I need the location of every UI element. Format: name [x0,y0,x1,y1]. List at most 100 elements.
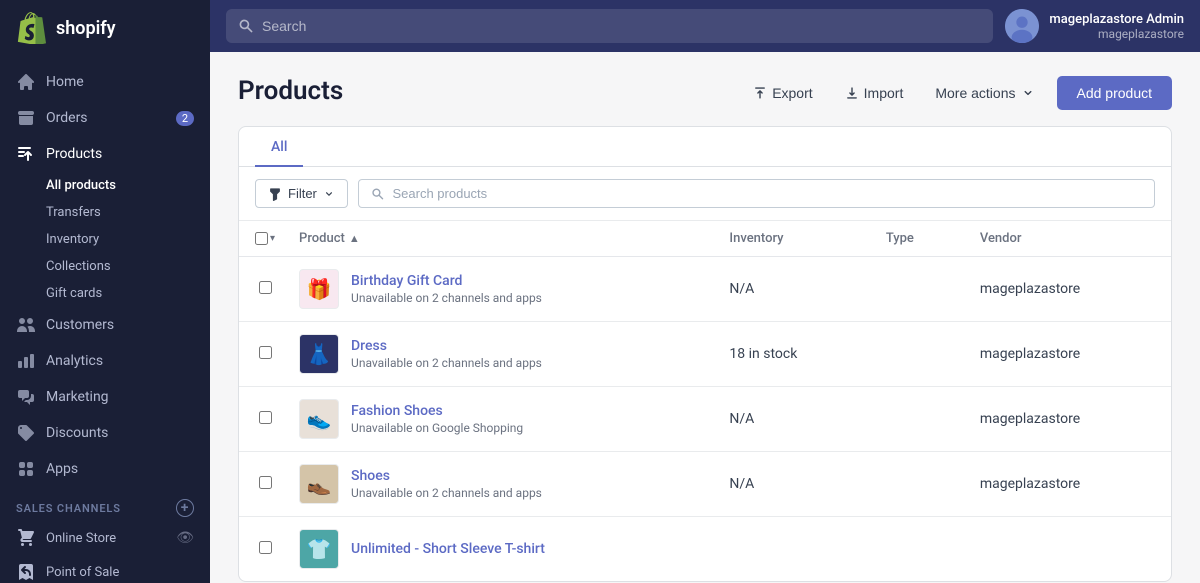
more-actions-button[interactable]: More actions [925,79,1044,107]
product-name-link[interactable]: Dress [351,338,387,354]
sort-arrow-icon: ▲ [349,232,360,245]
row-product-cell: 👕 Unlimited - Short Sleeve T-shirt [291,517,713,582]
table-row: 👟 Fashion Shoes Unavailable on Google Sh… [239,387,1171,452]
sidebar-item-apps[interactable]: Apps [0,451,210,487]
orders-icon [16,108,36,128]
products-card: All Filter [238,126,1172,582]
row-vendor: mageplazastore [964,387,1171,452]
sidebar-sub-all-products[interactable]: All products [0,172,210,199]
search-products-input[interactable] [393,186,1143,201]
sidebar-item-products-label: Products [46,146,102,162]
sidebar-item-customers-label: Customers [46,317,114,333]
select-all-checkbox[interactable] [255,232,268,245]
row-checkbox-3[interactable] [259,411,272,424]
row-product-cell: 👟 Fashion Shoes Unavailable on Google Sh… [291,387,713,452]
filter-row: Filter [239,167,1171,221]
row-vendor [964,517,1171,582]
sidebar-channel-pos[interactable]: Point of Sale [0,555,210,583]
product-thumbnail: 👞 [299,464,339,504]
sidebar-item-home-label: Home [46,74,84,90]
store-icon [16,528,36,548]
product-name-link[interactable]: Shoes [351,468,390,484]
product-name-link[interactable]: Fashion Shoes [351,403,443,419]
chevron-down-icon [1021,86,1035,100]
main-area: mageplazastore Admin mageplazastore Prod… [210,0,1200,583]
row-checkbox-5[interactable] [259,541,272,554]
sidebar-item-marketing-label: Marketing [46,389,109,405]
page-content: Products Export Import More actions Add … [210,52,1200,583]
filter-chevron-icon [323,188,335,200]
product-details: Unlimited - Short Sleeve T-shirt [351,541,545,557]
row-vendor: mageplazastore [964,322,1171,387]
filter-icon [268,187,282,201]
sidebar-item-discounts-label: Discounts [46,425,108,441]
orders-badge: 2 [176,111,194,126]
sidebar-item-products[interactable]: Products [0,136,210,172]
sidebar-item-home[interactable]: Home [0,64,210,100]
import-button[interactable]: Import [835,79,914,107]
row-inventory [713,517,869,582]
sidebar-item-apps-label: Apps [46,461,78,477]
row-vendor: mageplazastore [964,452,1171,517]
topbar-user[interactable]: mageplazastore Admin mageplazastore [1005,9,1184,43]
sidebar-sub-inventory[interactable]: Inventory [0,226,210,253]
shopify-icon [16,12,48,44]
search-input[interactable] [262,18,981,34]
row-checkbox-1[interactable] [259,281,272,294]
sidebar-item-orders[interactable]: Orders 2 [0,100,210,136]
row-inventory: N/A [713,257,869,322]
import-label: Import [864,85,904,101]
page-header: Products Export Import More actions Add … [238,76,1172,110]
search-bar[interactable] [226,9,993,43]
sidebar-sub-transfers[interactable]: Transfers [0,199,210,226]
sidebar-sub-collections[interactable]: Collections [0,253,210,280]
discounts-icon [16,423,36,443]
product-availability: Unavailable on 2 channels and apps [351,356,542,370]
search-products-icon [371,187,385,201]
product-details: Shoes Unavailable on 2 channels and apps [351,468,542,500]
row-product-cell: 🎁 Birthday Gift Card Unavailable on 2 ch… [291,257,713,322]
row-inventory: N/A [713,387,869,452]
product-name-link[interactable]: Birthday Gift Card [351,273,462,289]
row-inventory: N/A [713,452,869,517]
row-checkbox-2[interactable] [259,346,272,359]
row-type [870,322,964,387]
product-name-link[interactable]: Unlimited - Short Sleeve T-shirt [351,541,545,557]
tab-all[interactable]: All [255,127,303,167]
table-header-inventory: Inventory [713,221,869,257]
sidebar-item-discounts[interactable]: Discounts [0,415,210,451]
row-product-cell: 👞 Shoes Unavailable on 2 channels and ap… [291,452,713,517]
sidebar-item-customers[interactable]: Customers [0,307,210,343]
row-checkbox-4[interactable] [259,476,272,489]
search-icon [238,18,254,34]
sidebar-channel-online-store[interactable]: Online Store 👁 [0,521,210,555]
export-button[interactable]: Export [743,79,822,107]
product-col-label: Product [299,231,345,246]
add-channel-button[interactable]: + [176,499,194,517]
page-title: Products [238,76,343,106]
sidebar-item-marketing[interactable]: Marketing [0,379,210,415]
table-header-product[interactable]: Product ▲ [291,221,713,257]
import-icon [845,86,859,100]
product-availability: Unavailable on 2 channels and apps [351,291,542,305]
online-store-eye-icon[interactable]: 👁 [176,530,194,546]
add-product-button[interactable]: Add product [1057,76,1173,110]
table-row: 👞 Shoes Unavailable on 2 channels and ap… [239,452,1171,517]
sidebar-navigation: Home Orders 2 Products All products Tran… [0,56,210,583]
search-products-bar[interactable] [358,179,1155,208]
sidebar-item-analytics[interactable]: Analytics [0,343,210,379]
apps-icon [16,459,36,479]
select-all-chevron[interactable]: ▾ [270,233,275,244]
sidebar-logo[interactable]: shopify [0,0,210,56]
sidebar-sub-gift-cards[interactable]: Gift cards [0,280,210,307]
row-checkbox-cell [239,322,291,387]
pos-icon [16,562,36,582]
pos-label: Point of Sale [46,565,119,580]
table-row: 🎁 Birthday Gift Card Unavailable on 2 ch… [239,257,1171,322]
filter-button[interactable]: Filter [255,179,348,208]
table-row: 👕 Unlimited - Short Sleeve T-shirt [239,517,1171,582]
avatar [1005,9,1039,43]
topbar: mageplazastore Admin mageplazastore [210,0,1200,52]
customers-icon [16,315,36,335]
sidebar-logo-text: shopify [56,18,116,39]
